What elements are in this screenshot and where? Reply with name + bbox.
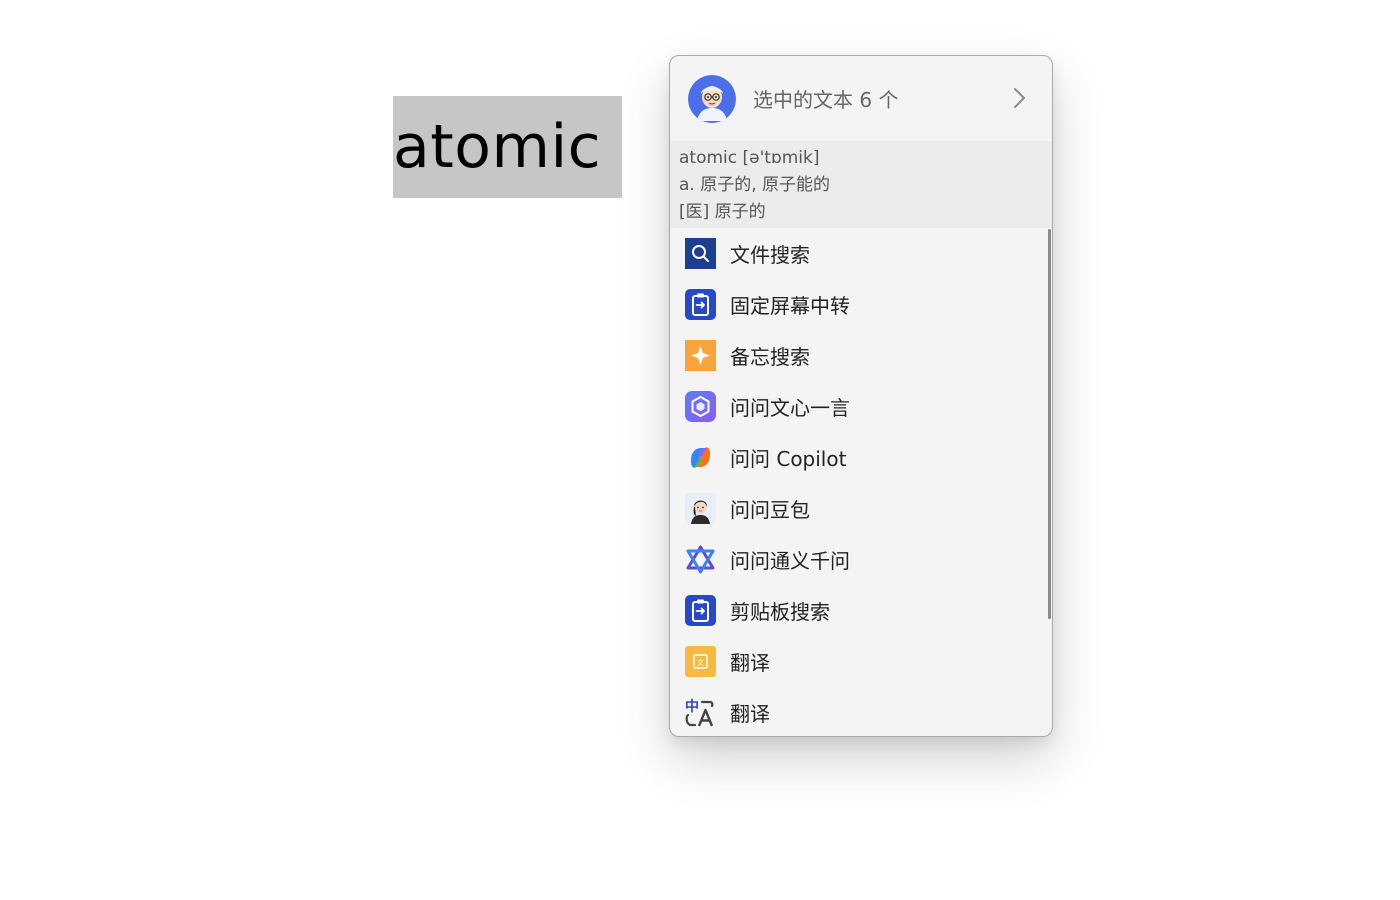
action-label: 固定屏幕中转 (730, 294, 850, 318)
action-translate-doc[interactable]: 文 翻译 (670, 636, 1052, 687)
action-label: 问问通义千问 (730, 549, 850, 573)
action-label: 备忘搜索 (730, 345, 810, 369)
action-label: 文件搜索 (730, 243, 810, 267)
action-file-search[interactable]: 文件搜索 (670, 228, 1052, 279)
doubao-icon (685, 493, 716, 524)
dict-medical-definition: [医] 原子的 (679, 202, 766, 222)
action-clipboard-search[interactable]: 剪贴板搜索 (670, 585, 1052, 636)
action-pin-transfer[interactable]: 固定屏幕中转 (670, 279, 1052, 330)
copilot-icon (685, 442, 716, 473)
translate-doc-icon: 文 (685, 646, 716, 677)
popup-header[interactable]: 选中的文本 6 个 (670, 56, 1052, 141)
tongyi-qianwen-icon (685, 544, 716, 575)
action-ask-ernie[interactable]: 问问文心一言 (670, 381, 1052, 432)
cartoon-avatar-icon (688, 74, 736, 123)
action-translate[interactable]: 中 翻译 (670, 687, 1052, 736)
action-label: 问问豆包 (730, 498, 810, 522)
scrollbar[interactable] (1048, 229, 1051, 619)
action-ask-copilot[interactable]: 问问 Copilot (670, 432, 1052, 483)
action-ask-doubao[interactable]: 问问豆包 (670, 483, 1052, 534)
pin-transfer-icon (685, 289, 716, 320)
dict-definition: a. 原子的, 原子能的 (679, 175, 831, 195)
quick-action-popup: 选中的文本 6 个 atomic [ə'tɒmik] a. 原子的, 原子能的 … (669, 55, 1053, 737)
action-ask-tongyi[interactable]: 问问通义千问 (670, 534, 1052, 585)
clipboard-search-icon (685, 595, 716, 626)
action-label: 翻译 (730, 651, 770, 675)
action-label: 问问 Copilot (730, 447, 847, 471)
svg-text:中: 中 (685, 698, 699, 715)
action-label: 问问文心一言 (730, 396, 850, 420)
memo-search-icon (685, 340, 716, 371)
svg-text:文: 文 (697, 658, 704, 667)
dictionary-panel: atomic [ə'tɒmik] a. 原子的, 原子能的 [医] 原子的 (670, 141, 1052, 228)
selected-text[interactable]: atomic (393, 96, 622, 198)
ernie-bot-icon (685, 391, 716, 422)
action-label: 剪贴板搜索 (730, 600, 830, 624)
selected-count-label: 选中的文本 6 个 (753, 88, 899, 112)
file-search-icon (685, 238, 716, 269)
translate-zh-a-icon: 中 (685, 697, 716, 728)
action-memo-search[interactable]: 备忘搜索 (670, 330, 1052, 381)
chevron-right-icon[interactable] (1006, 85, 1032, 111)
action-list: 文件搜索 固定屏幕中转 备忘搜索 问问文心一言 问问 Copilot 问问豆包 … (670, 228, 1052, 736)
action-label: 翻译 (730, 702, 770, 726)
dict-headword: atomic [ə'tɒmik] (679, 148, 820, 168)
